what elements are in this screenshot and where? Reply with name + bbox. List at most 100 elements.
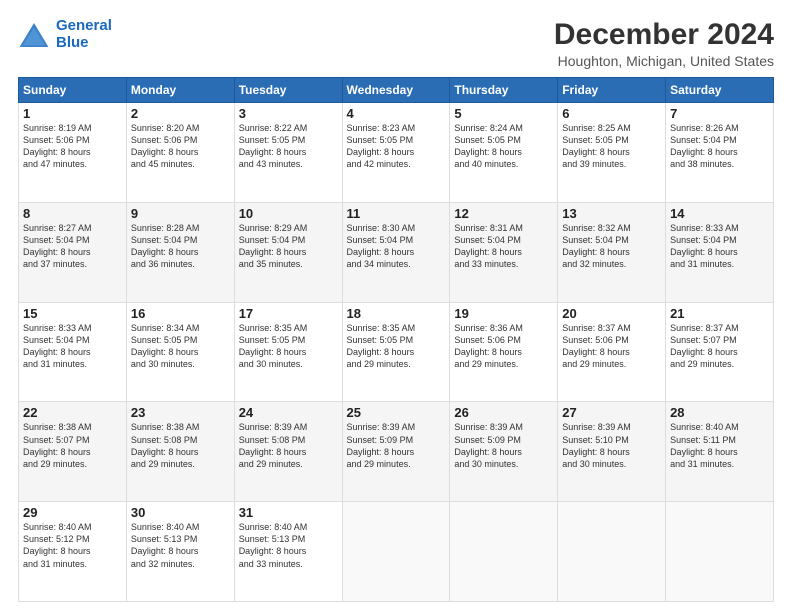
day-info: Sunrise: 8:39 AMSunset: 5:10 PMDaylight:… [562, 421, 661, 470]
day-info: Sunrise: 8:38 AMSunset: 5:08 PMDaylight:… [131, 421, 230, 470]
day-info: Sunrise: 8:33 AMSunset: 5:04 PMDaylight:… [23, 322, 122, 371]
day-number: 9 [131, 206, 230, 221]
day-number: 16 [131, 306, 230, 321]
day-number: 8 [23, 206, 122, 221]
day-cell: 3Sunrise: 8:22 AMSunset: 5:05 PMDaylight… [234, 103, 342, 203]
col-header-sunday: Sunday [19, 78, 127, 103]
header: General Blue December 2024 Houghton, Mic… [18, 18, 774, 69]
calendar-table: SundayMondayTuesdayWednesdayThursdayFrid… [18, 77, 774, 602]
day-cell: 9Sunrise: 8:28 AMSunset: 5:04 PMDaylight… [126, 202, 234, 302]
day-info: Sunrise: 8:25 AMSunset: 5:05 PMDaylight:… [562, 122, 661, 171]
day-cell: 20Sunrise: 8:37 AMSunset: 5:06 PMDayligh… [558, 302, 666, 402]
logo-blue: Blue [56, 34, 89, 51]
day-number: 3 [239, 106, 338, 121]
day-cell: 1Sunrise: 8:19 AMSunset: 5:06 PMDaylight… [19, 103, 127, 203]
week-row-4: 22Sunrise: 8:38 AMSunset: 5:07 PMDayligh… [19, 402, 774, 502]
day-info: Sunrise: 8:29 AMSunset: 5:04 PMDaylight:… [239, 222, 338, 271]
day-cell: 18Sunrise: 8:35 AMSunset: 5:05 PMDayligh… [342, 302, 450, 402]
day-info: Sunrise: 8:39 AMSunset: 5:09 PMDaylight:… [454, 421, 553, 470]
day-cell: 30Sunrise: 8:40 AMSunset: 5:13 PMDayligh… [126, 502, 234, 602]
day-cell [666, 502, 774, 602]
day-cell [342, 502, 450, 602]
col-header-thursday: Thursday [450, 78, 558, 103]
logo-text: General Blue [56, 18, 112, 51]
day-info: Sunrise: 8:37 AMSunset: 5:07 PMDaylight:… [670, 322, 769, 371]
day-cell: 21Sunrise: 8:37 AMSunset: 5:07 PMDayligh… [666, 302, 774, 402]
day-number: 25 [347, 405, 446, 420]
day-number: 4 [347, 106, 446, 121]
day-cell: 28Sunrise: 8:40 AMSunset: 5:11 PMDayligh… [666, 402, 774, 502]
day-number: 13 [562, 206, 661, 221]
day-cell: 23Sunrise: 8:38 AMSunset: 5:08 PMDayligh… [126, 402, 234, 502]
day-cell: 31Sunrise: 8:40 AMSunset: 5:13 PMDayligh… [234, 502, 342, 602]
day-number: 21 [670, 306, 769, 321]
day-number: 5 [454, 106, 553, 121]
col-header-saturday: Saturday [666, 78, 774, 103]
day-number: 7 [670, 106, 769, 121]
day-number: 12 [454, 206, 553, 221]
day-cell: 6Sunrise: 8:25 AMSunset: 5:05 PMDaylight… [558, 103, 666, 203]
day-cell: 24Sunrise: 8:39 AMSunset: 5:08 PMDayligh… [234, 402, 342, 502]
day-info: Sunrise: 8:30 AMSunset: 5:04 PMDaylight:… [347, 222, 446, 271]
day-cell: 15Sunrise: 8:33 AMSunset: 5:04 PMDayligh… [19, 302, 127, 402]
day-number: 23 [131, 405, 230, 420]
day-cell: 14Sunrise: 8:33 AMSunset: 5:04 PMDayligh… [666, 202, 774, 302]
day-info: Sunrise: 8:22 AMSunset: 5:05 PMDaylight:… [239, 122, 338, 171]
week-row-1: 1Sunrise: 8:19 AMSunset: 5:06 PMDaylight… [19, 103, 774, 203]
header-row: SundayMondayTuesdayWednesdayThursdayFrid… [19, 78, 774, 103]
day-number: 29 [23, 505, 122, 520]
col-header-friday: Friday [558, 78, 666, 103]
day-cell: 13Sunrise: 8:32 AMSunset: 5:04 PMDayligh… [558, 202, 666, 302]
logo-general: General [56, 17, 112, 34]
day-info: Sunrise: 8:36 AMSunset: 5:06 PMDaylight:… [454, 322, 553, 371]
day-info: Sunrise: 8:23 AMSunset: 5:05 PMDaylight:… [347, 122, 446, 171]
day-info: Sunrise: 8:31 AMSunset: 5:04 PMDaylight:… [454, 222, 553, 271]
day-info: Sunrise: 8:33 AMSunset: 5:04 PMDaylight:… [670, 222, 769, 271]
day-info: Sunrise: 8:38 AMSunset: 5:07 PMDaylight:… [23, 421, 122, 470]
day-cell: 8Sunrise: 8:27 AMSunset: 5:04 PMDaylight… [19, 202, 127, 302]
day-cell: 17Sunrise: 8:35 AMSunset: 5:05 PMDayligh… [234, 302, 342, 402]
day-cell: 29Sunrise: 8:40 AMSunset: 5:12 PMDayligh… [19, 502, 127, 602]
day-number: 14 [670, 206, 769, 221]
day-number: 19 [454, 306, 553, 321]
logo-icon [18, 21, 50, 49]
day-info: Sunrise: 8:24 AMSunset: 5:05 PMDaylight:… [454, 122, 553, 171]
day-number: 20 [562, 306, 661, 321]
day-info: Sunrise: 8:37 AMSunset: 5:06 PMDaylight:… [562, 322, 661, 371]
day-info: Sunrise: 8:35 AMSunset: 5:05 PMDaylight:… [239, 322, 338, 371]
day-number: 28 [670, 405, 769, 420]
logo: General Blue [18, 18, 112, 51]
day-number: 2 [131, 106, 230, 121]
day-number: 17 [239, 306, 338, 321]
day-cell: 22Sunrise: 8:38 AMSunset: 5:07 PMDayligh… [19, 402, 127, 502]
day-info: Sunrise: 8:40 AMSunset: 5:12 PMDaylight:… [23, 521, 122, 570]
calendar-header: SundayMondayTuesdayWednesdayThursdayFrid… [19, 78, 774, 103]
day-cell: 4Sunrise: 8:23 AMSunset: 5:05 PMDaylight… [342, 103, 450, 203]
subtitle: Houghton, Michigan, United States [554, 53, 774, 69]
day-info: Sunrise: 8:34 AMSunset: 5:05 PMDaylight:… [131, 322, 230, 371]
title-block: December 2024 Houghton, Michigan, United… [554, 18, 774, 69]
day-number: 11 [347, 206, 446, 221]
day-cell: 5Sunrise: 8:24 AMSunset: 5:05 PMDaylight… [450, 103, 558, 203]
day-info: Sunrise: 8:20 AMSunset: 5:06 PMDaylight:… [131, 122, 230, 171]
day-number: 6 [562, 106, 661, 121]
day-cell: 12Sunrise: 8:31 AMSunset: 5:04 PMDayligh… [450, 202, 558, 302]
day-number: 15 [23, 306, 122, 321]
page: General Blue December 2024 Houghton, Mic… [0, 0, 792, 612]
day-cell: 2Sunrise: 8:20 AMSunset: 5:06 PMDaylight… [126, 103, 234, 203]
day-number: 30 [131, 505, 230, 520]
day-number: 1 [23, 106, 122, 121]
day-cell: 26Sunrise: 8:39 AMSunset: 5:09 PMDayligh… [450, 402, 558, 502]
calendar-body: 1Sunrise: 8:19 AMSunset: 5:06 PMDaylight… [19, 103, 774, 602]
week-row-5: 29Sunrise: 8:40 AMSunset: 5:12 PMDayligh… [19, 502, 774, 602]
week-row-3: 15Sunrise: 8:33 AMSunset: 5:04 PMDayligh… [19, 302, 774, 402]
day-cell: 16Sunrise: 8:34 AMSunset: 5:05 PMDayligh… [126, 302, 234, 402]
col-header-wednesday: Wednesday [342, 78, 450, 103]
day-cell: 10Sunrise: 8:29 AMSunset: 5:04 PMDayligh… [234, 202, 342, 302]
day-info: Sunrise: 8:19 AMSunset: 5:06 PMDaylight:… [23, 122, 122, 171]
day-info: Sunrise: 8:32 AMSunset: 5:04 PMDaylight:… [562, 222, 661, 271]
day-cell: 27Sunrise: 8:39 AMSunset: 5:10 PMDayligh… [558, 402, 666, 502]
day-cell: 25Sunrise: 8:39 AMSunset: 5:09 PMDayligh… [342, 402, 450, 502]
day-cell: 7Sunrise: 8:26 AMSunset: 5:04 PMDaylight… [666, 103, 774, 203]
day-info: Sunrise: 8:39 AMSunset: 5:08 PMDaylight:… [239, 421, 338, 470]
